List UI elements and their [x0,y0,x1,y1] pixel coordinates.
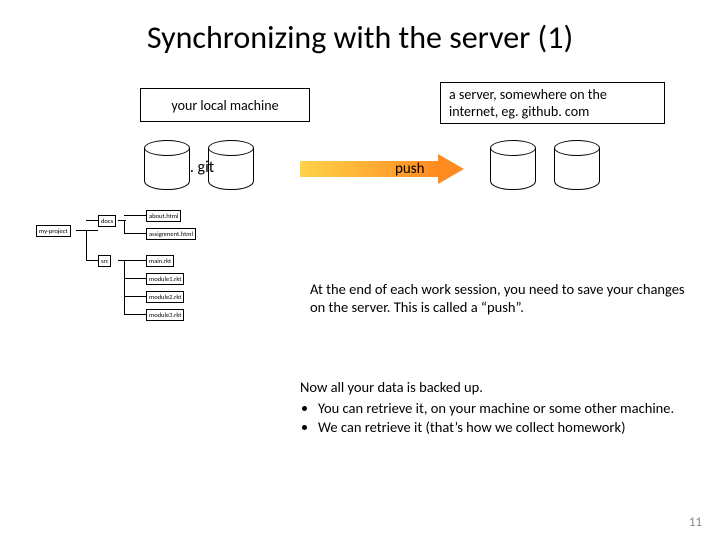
paragraph-backup: Now all your data is backed up. You can … [300,378,700,437]
tree-file: module1.rkt [146,273,184,285]
backup-bullet-2: We can retrieve it (that’s how we collec… [318,418,700,437]
tree-file: main.rkt [146,255,174,267]
local-machine-box: your local machine [140,88,310,122]
push-arrow-icon [300,156,470,182]
git-label: . git [172,158,232,177]
paragraph-push-explanation: At the end of each work session, you nee… [310,280,690,316]
backup-bullet-1: You can retrieve it, on your machine or … [318,399,700,418]
server-label: a server, somewhere on the internet, eg.… [449,86,656,120]
server-box: a server, somewhere on the internet, eg.… [440,82,665,124]
tree-file: assignment.html [146,228,196,240]
backup-intro: Now all your data is backed up. [300,378,700,397]
tree-file: module2.rkt [146,291,184,303]
push-label: push [395,160,425,178]
tree-dir-docs: docs [98,215,116,227]
file-tree-diagram: my-project docs src about.html assignmen… [36,215,266,385]
page-number: 11 [689,515,702,530]
tree-dir-src: src [98,255,111,267]
tree-file: module3.rkt [146,309,184,321]
database-icon [554,140,600,190]
tree-root: my-project [36,225,71,237]
local-machine-label: your local machine [171,97,278,114]
tree-file: about.html [146,210,181,222]
database-icon [490,140,536,190]
slide-title: Synchronizing with the server (1) [0,18,720,57]
